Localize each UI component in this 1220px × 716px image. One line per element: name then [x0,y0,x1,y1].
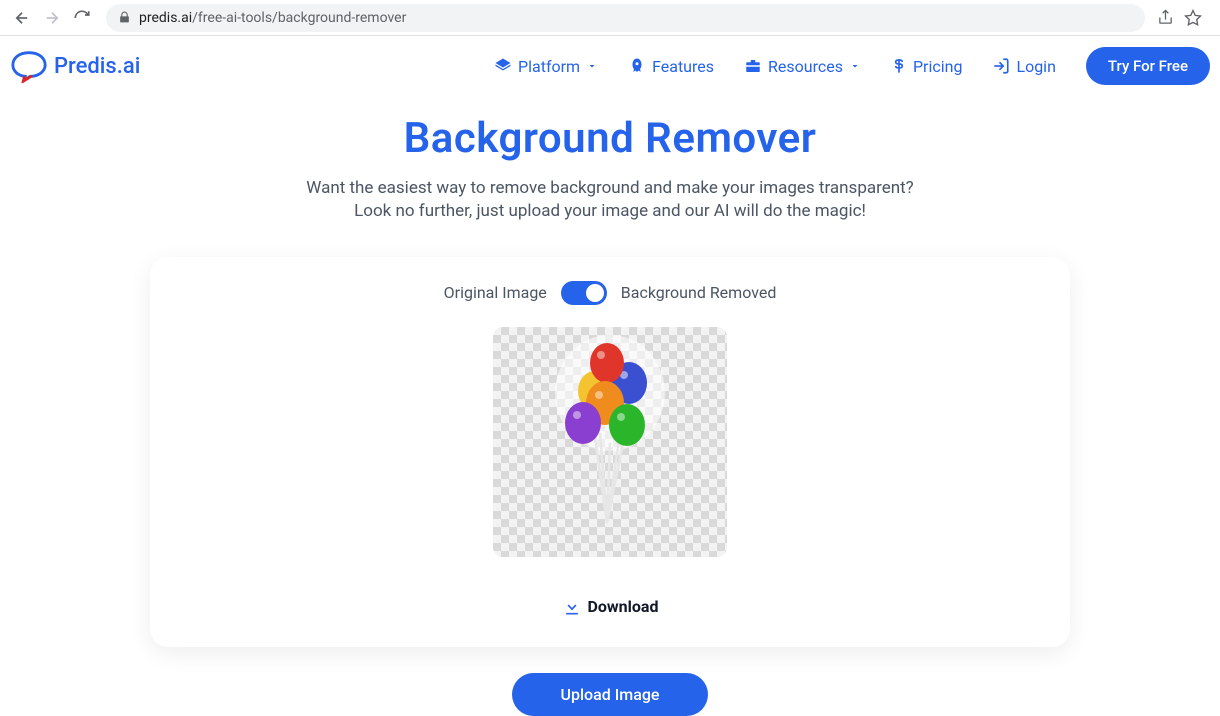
download-icon [562,597,582,617]
nav-label: Features [652,57,714,76]
back-button[interactable] [10,6,34,30]
toggle-knob [586,284,604,302]
try-label: Try For Free [1108,57,1188,75]
upload-label: Upload Image [561,685,660,704]
nav-label: Pricing [913,57,963,76]
login-icon [992,57,1010,75]
address-bar[interactable]: predis.ai/free-ai-tools/background-remov… [106,4,1145,32]
main-nav: Platform Features Resources Pricing [494,47,1210,85]
nav-label: Resources [768,57,843,76]
nav-features[interactable]: Features [628,57,714,76]
toggle-label-right: Background Removed [621,283,777,302]
balloons-image [545,333,675,533]
image-preview [493,327,727,557]
speech-bubble-icon [10,49,48,83]
site-header: Predis.ai Platform Features Resources [0,36,1220,96]
star-icon[interactable] [1184,9,1202,27]
chevron-down-icon [586,60,598,72]
layers-icon [494,57,512,75]
download-button[interactable]: Download [170,597,1050,617]
toggle-label-left: Original Image [444,283,547,302]
rocket-icon [628,57,646,75]
nav-resources[interactable]: Resources [744,57,861,76]
nav-login[interactable]: Login [992,57,1055,76]
url-text: predis.ai/free-ai-tools/background-remov… [139,10,406,26]
nav-label: Platform [518,57,580,76]
chevron-down-icon [849,60,861,72]
brand-logo[interactable]: Predis.ai [10,49,140,83]
browser-toolbar: predis.ai/free-ai-tools/background-remov… [0,0,1220,36]
share-icon[interactable] [1157,9,1174,26]
nav-pricing[interactable]: Pricing [891,57,963,76]
view-toggle-row: Original Image Background Removed [170,281,1050,305]
result-card: Original Image Background Removed [150,257,1070,647]
page-title: Background Remover [20,114,1200,163]
view-toggle[interactable] [561,281,607,305]
dollar-icon [891,57,907,75]
hero-section: Background Remover Want the easiest way … [0,96,1220,233]
reload-button[interactable] [70,6,94,30]
brand-name: Predis.ai [54,54,140,79]
page-subtitle: Want the easiest way to remove backgroun… [20,177,1200,223]
nav-label: Login [1016,57,1055,76]
lock-icon [118,11,131,24]
download-label: Download [588,597,659,616]
upload-image-button[interactable]: Upload Image [512,673,708,716]
nav-platform[interactable]: Platform [494,57,598,76]
briefcase-icon [744,57,762,75]
forward-button[interactable] [40,6,64,30]
try-for-free-button[interactable]: Try For Free [1086,47,1210,85]
